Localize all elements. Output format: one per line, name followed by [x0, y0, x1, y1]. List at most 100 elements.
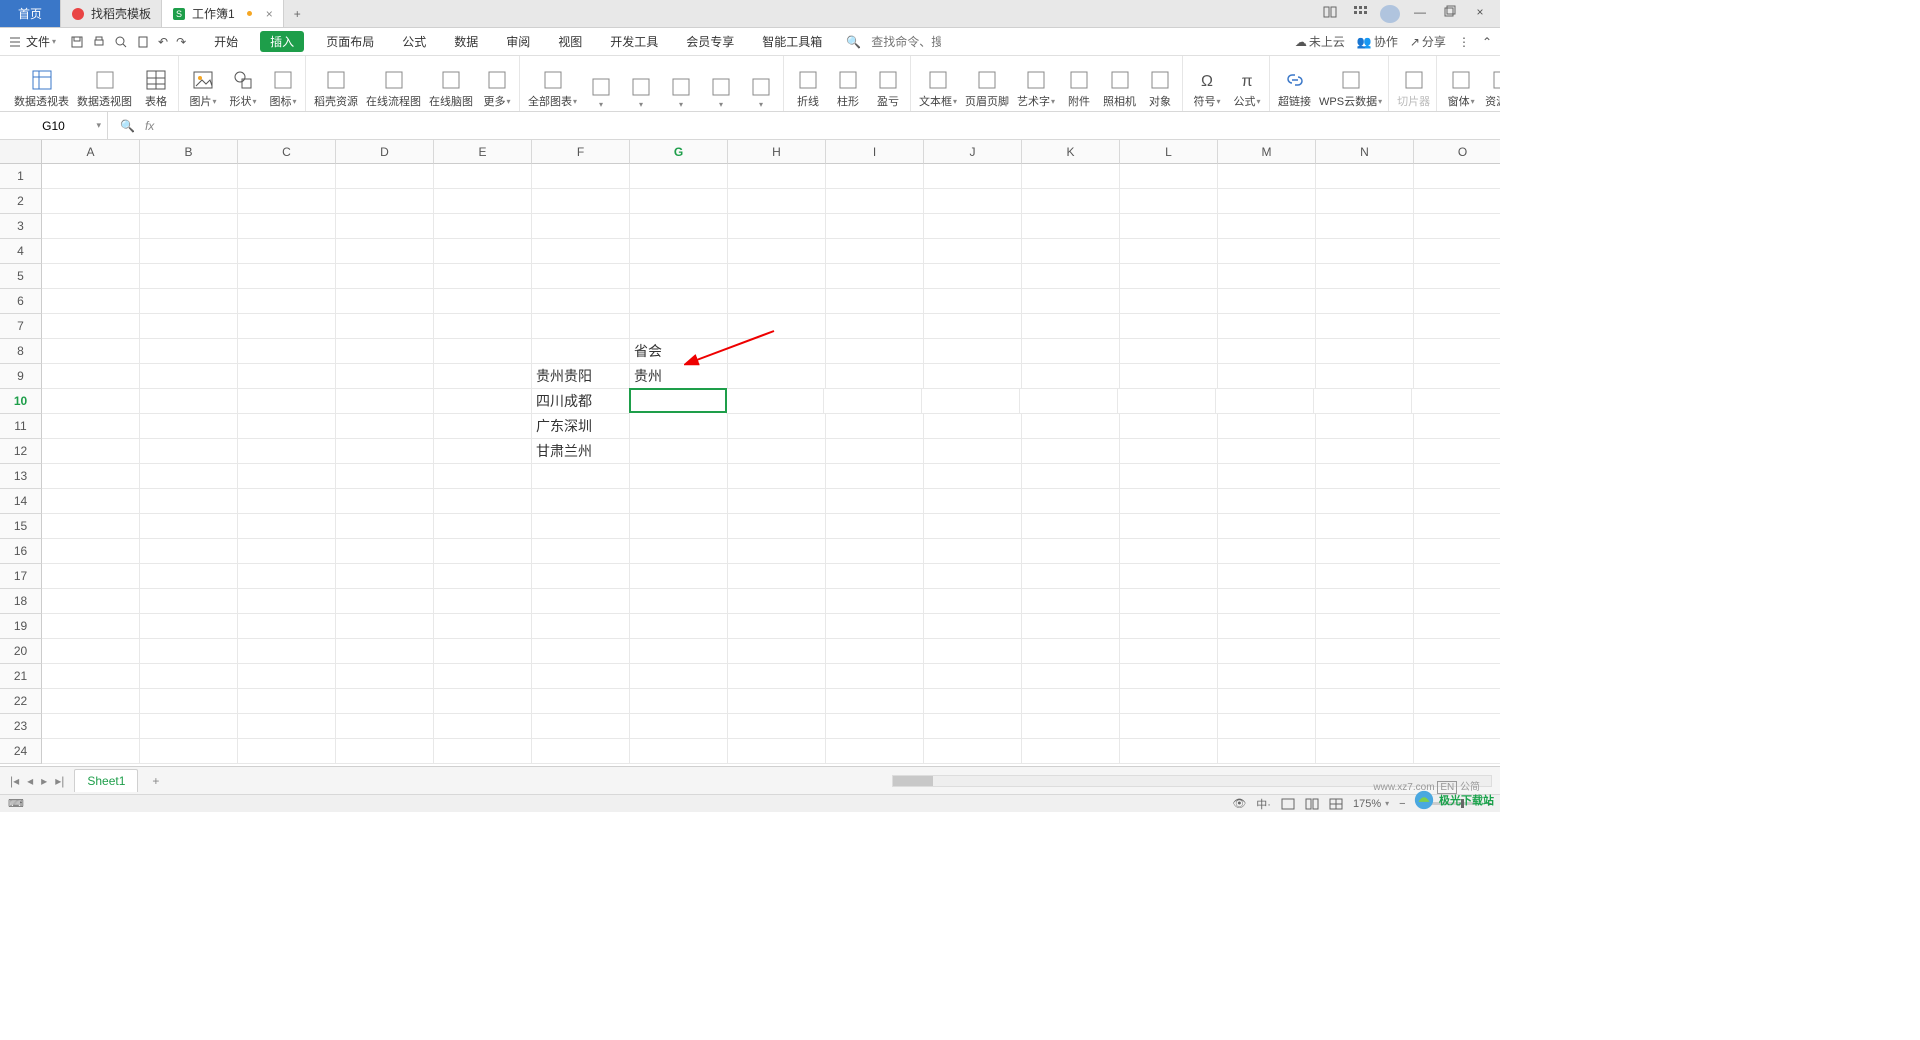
hamburger-icon[interactable] [8, 35, 22, 49]
cell-G19[interactable] [630, 614, 728, 639]
fx-search-icon[interactable]: 🔍 [120, 119, 135, 133]
cell-D18[interactable] [336, 589, 434, 614]
cell-C14[interactable] [238, 489, 336, 514]
ribbon-wps-cloud[interactable]: WPS云数据▾ [1319, 67, 1382, 111]
cell-D17[interactable] [336, 564, 434, 589]
cell-L20[interactable] [1120, 639, 1218, 664]
cell-M17[interactable] [1218, 564, 1316, 589]
menu-tab-2[interactable]: 页面布局 [320, 31, 380, 52]
cell-O15[interactable] [1414, 514, 1500, 539]
row-header-16[interactable]: 16 [0, 539, 42, 564]
cell-E14[interactable] [434, 489, 532, 514]
menu-tab-8[interactable]: 会员专享 [680, 31, 740, 52]
cell-O14[interactable] [1414, 489, 1500, 514]
cell-A4[interactable] [42, 239, 140, 264]
cell-A5[interactable] [42, 264, 140, 289]
cell-K5[interactable] [1022, 264, 1120, 289]
redo-icon[interactable]: ↷ [176, 35, 186, 49]
cell-I16[interactable] [826, 539, 924, 564]
col-header-B[interactable]: B [140, 140, 238, 164]
cell-F23[interactable] [532, 714, 630, 739]
cell-A10[interactable] [42, 389, 140, 414]
cell-A16[interactable] [42, 539, 140, 564]
cell-I12[interactable] [826, 439, 924, 464]
cell-M13[interactable] [1218, 464, 1316, 489]
cell-D15[interactable] [336, 514, 434, 539]
maximize-button[interactable] [1440, 5, 1460, 23]
cell-L7[interactable] [1120, 314, 1218, 339]
cell-K16[interactable] [1022, 539, 1120, 564]
cell-B11[interactable] [140, 414, 238, 439]
cell-M18[interactable] [1218, 589, 1316, 614]
cell-M24[interactable] [1218, 739, 1316, 764]
cell-D21[interactable] [336, 664, 434, 689]
ribbon-all-charts[interactable]: 全部图表▾ [528, 67, 577, 111]
cell-D9[interactable] [336, 364, 434, 389]
cell-F20[interactable] [532, 639, 630, 664]
cell-C21[interactable] [238, 664, 336, 689]
cell-C3[interactable] [238, 214, 336, 239]
cell-G1[interactable] [630, 164, 728, 189]
col-header-K[interactable]: K [1022, 140, 1120, 164]
col-header-G[interactable]: G [630, 140, 728, 164]
cell-L2[interactable] [1120, 189, 1218, 214]
cell-F12[interactable]: 甘肃兰州 [532, 439, 630, 464]
cell-O1[interactable] [1414, 164, 1500, 189]
ribbon-hyperlink[interactable]: 超链接 [1278, 67, 1311, 111]
cell-G20[interactable] [630, 639, 728, 664]
cell-M11[interactable] [1218, 414, 1316, 439]
cell-E10[interactable] [434, 389, 532, 414]
cell-A7[interactable] [42, 314, 140, 339]
cell-G14[interactable] [630, 489, 728, 514]
cell-E9[interactable] [434, 364, 532, 389]
cell-N9[interactable] [1316, 364, 1414, 389]
cell-J19[interactable] [924, 614, 1022, 639]
cell-C11[interactable] [238, 414, 336, 439]
cell-A2[interactable] [42, 189, 140, 214]
cell-J6[interactable] [924, 289, 1022, 314]
tab-docer[interactable]: 找稻壳模板 [61, 0, 162, 27]
cell-B15[interactable] [140, 514, 238, 539]
cell-E8[interactable] [434, 339, 532, 364]
cell-J16[interactable] [924, 539, 1022, 564]
ribbon-chart5[interactable]: ▾ [745, 74, 777, 111]
cell-H14[interactable] [728, 489, 826, 514]
cell-L24[interactable] [1120, 739, 1218, 764]
cell-I10[interactable] [824, 389, 922, 414]
cell-A3[interactable] [42, 214, 140, 239]
cell-H15[interactable] [728, 514, 826, 539]
row-header-15[interactable]: 15 [0, 514, 42, 539]
ribbon-object[interactable]: 对象 [1144, 67, 1176, 111]
cell-B18[interactable] [140, 589, 238, 614]
cell-J22[interactable] [924, 689, 1022, 714]
cell-M5[interactable] [1218, 264, 1316, 289]
cell-L16[interactable] [1120, 539, 1218, 564]
cell-J1[interactable] [924, 164, 1022, 189]
cell-A12[interactable] [42, 439, 140, 464]
ribbon-res-folder[interactable]: 资源夹 [1485, 67, 1500, 111]
cell-N24[interactable] [1316, 739, 1414, 764]
cell-K7[interactable] [1022, 314, 1120, 339]
cell-N12[interactable] [1316, 439, 1414, 464]
cell-N4[interactable] [1316, 239, 1414, 264]
cell-C12[interactable] [238, 439, 336, 464]
cell-A23[interactable] [42, 714, 140, 739]
view-eye-icon[interactable]: 👁 [1232, 797, 1246, 810]
cell-O18[interactable] [1414, 589, 1500, 614]
ribbon-header-footer[interactable]: 页眉页脚 [965, 67, 1009, 111]
cell-G7[interactable] [630, 314, 728, 339]
cell-L6[interactable] [1120, 289, 1218, 314]
cell-B14[interactable] [140, 489, 238, 514]
cell-D22[interactable] [336, 689, 434, 714]
cell-G22[interactable] [630, 689, 728, 714]
cell-A11[interactable] [42, 414, 140, 439]
cell-L22[interactable] [1120, 689, 1218, 714]
col-header-H[interactable]: H [728, 140, 826, 164]
ribbon-shapes[interactable]: 形状▾ [227, 67, 259, 111]
cell-K18[interactable] [1022, 589, 1120, 614]
select-all-corner[interactable] [0, 140, 42, 164]
ribbon-chart2[interactable]: ▾ [625, 74, 657, 111]
cell-D16[interactable] [336, 539, 434, 564]
minimize-button[interactable]: — [1410, 5, 1430, 23]
cell-G13[interactable] [630, 464, 728, 489]
